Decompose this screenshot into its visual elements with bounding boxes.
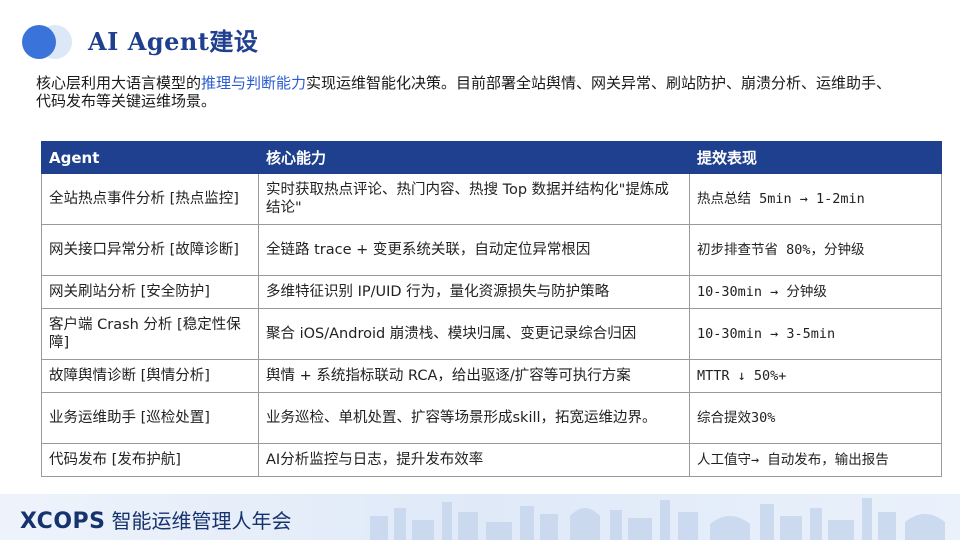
page-title: AI Agent建设 — [88, 27, 259, 56]
capability-cell: 聚合 iOS/Android 崩溃栈、模块归属、变更记录综合归因 — [258, 308, 690, 360]
table-row: 全站热点事件分析 [热点监控] 实时获取热点评论、热门内容、热搜 Top 数据并… — [41, 173, 942, 225]
capability-cell: 舆情 + 系统指标联动 RCA，给出驱逐/扩容等可执行方案 — [258, 359, 690, 393]
efficiency-cell: 初步排查节省 80%，分钟级 — [689, 224, 942, 276]
capability-cell: AI分析监控与日志，提升发布效率 — [258, 443, 690, 477]
efficiency-cell: MTTR ↓ 50%+ — [689, 359, 942, 393]
efficiency-cell: 综合提效30% — [689, 392, 942, 444]
intro-paragraph: 核心层利用大语言模型的推理与判断能力实现运维智能化决策。目前部署全站舆情、网关异… — [36, 74, 906, 110]
capability-cell: 全链路 trace + 变更系统关联，自动定位异常根因 — [258, 224, 690, 276]
decoration-circle-dark — [22, 25, 56, 59]
agent-table: Agent 核心能力 提效表现 全站热点事件分析 [热点监控] 实时获取热点评论… — [41, 141, 942, 477]
agent-cell: 全站热点事件分析 [热点监控] — [41, 173, 259, 225]
table-row: 网关接口异常分析 [故障诊断] 全链路 trace + 变更系统关联，自动定位异… — [41, 224, 942, 276]
capability-cell: 多维特征识别 IP/UID 行为，量化资源损失与防护策略 — [258, 275, 690, 309]
table-row: 网关刷站分析 [安全防护] 多维特征识别 IP/UID 行为，量化资源损失与防护… — [41, 275, 942, 309]
agent-cell: 网关刷站分析 [安全防护] — [41, 275, 259, 309]
capability-cell: 实时获取热点评论、热门内容、热搜 Top 数据并结构化"提炼成结论" — [258, 173, 690, 225]
intro-highlight: 推理与判断能力 — [201, 74, 307, 92]
table-row: 客户端 Crash 分析 [稳定性保障] 聚合 iOS/Android 崩溃栈、… — [41, 308, 942, 360]
agent-cell: 故障舆情诊断 [舆情分析] — [41, 359, 259, 393]
header-efficiency: 提效表现 — [689, 141, 942, 174]
efficiency-cell: 热点总结 5min → 1-2min — [689, 173, 942, 225]
table-row: 业务运维助手 [巡检处置] 业务巡检、单机处置、扩容等场景形成skill，拓宽运… — [41, 392, 942, 444]
agent-cell: 代码发布 [发布护航] — [41, 443, 259, 477]
title-decoration-icon — [22, 24, 74, 60]
city-skyline-icon — [370, 498, 945, 540]
footer-brand: XCOPS — [20, 509, 106, 534]
table-row: 故障舆情诊断 [舆情分析] 舆情 + 系统指标联动 RCA，给出驱逐/扩容等可执… — [41, 359, 942, 393]
agent-cell: 网关接口异常分析 [故障诊断] — [41, 224, 259, 276]
header-agent: Agent — [41, 141, 259, 174]
table-header-row: Agent 核心能力 提效表现 — [41, 141, 942, 174]
intro-text-1: 核心层利用大语言模型的 — [36, 74, 202, 92]
footer-event: 智能运维管理人年会 — [111, 509, 292, 533]
efficiency-cell: 10-30min → 3-5min — [689, 308, 942, 360]
agent-cell: 客户端 Crash 分析 [稳定性保障] — [41, 308, 259, 360]
footer-banner: XCOPS 智能运维管理人年会 — [0, 494, 960, 540]
table-row: 代码发布 [发布护航] AI分析监控与日志，提升发布效率 人工值守→ 自动发布，… — [41, 443, 942, 477]
efficiency-cell: 10-30min → 分钟级 — [689, 275, 942, 309]
footer-logo: XCOPS 智能运维管理人年会 — [20, 505, 292, 534]
agent-cell: 业务运维助手 [巡检处置] — [41, 392, 259, 444]
capability-cell: 业务巡检、单机处置、扩容等场景形成skill，拓宽运维边界。 — [258, 392, 690, 444]
header-capability: 核心能力 — [258, 141, 690, 174]
efficiency-cell: 人工值守→ 自动发布，输出报告 — [689, 443, 942, 477]
